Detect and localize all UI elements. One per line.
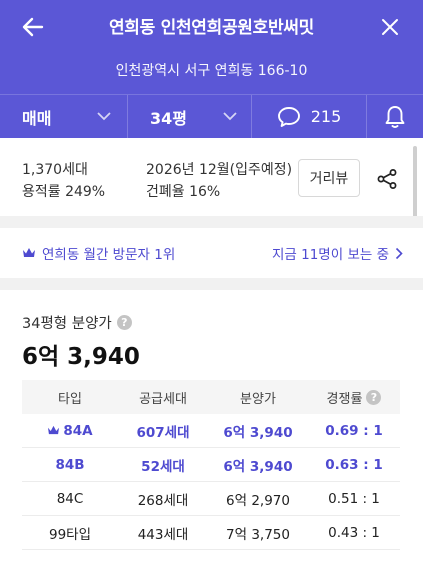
close-button[interactable] (375, 12, 405, 42)
households-text: 1,370세대 (22, 162, 88, 178)
chevron-right-icon (395, 247, 403, 259)
area-dropdown[interactable]: 34평 (128, 95, 252, 138)
cell-ratio: 0.43 : 1 (328, 524, 380, 541)
back-button[interactable] (18, 12, 48, 42)
table-row: 84A 607세대 6억 3,940 0.69 : 1 (22, 414, 400, 448)
section-divider (0, 216, 423, 228)
header-units: 공급세대 (139, 391, 187, 407)
header-ratio-text: 경쟁률 (326, 391, 363, 407)
cell-units: 443세대 (137, 526, 189, 543)
bell-icon (385, 105, 405, 128)
viewers-text: 지금 11명이 보는 중 (272, 247, 389, 263)
filter-bar: 매매 34평 215 (0, 94, 423, 138)
info-right: 2026년 12월(입주예정) 건폐율 16% (146, 159, 292, 203)
header-price: 분양가 (240, 391, 276, 407)
visit-banner: 연희동 월간 방문자 1위 지금 11명이 보는 중 (0, 228, 423, 278)
chevron-down-icon (223, 112, 237, 121)
cell-ratio: 0.69 : 1 (325, 422, 383, 439)
move-in-text: 2026년 12월(입주예정) (146, 162, 293, 178)
deal-type-label: 매매 (22, 108, 52, 128)
cell-ratio: 0.63 : 1 (325, 456, 383, 473)
visit-rank: 연희동 월간 방문자 1위 (22, 243, 175, 263)
crown-icon (48, 425, 60, 435)
comments-button[interactable]: 215 (252, 95, 367, 138)
supply-table: 타입 공급세대 분양가 경쟁률 ? 84A 607세대 6억 3,940 0.6… (22, 380, 400, 550)
cell-price: 6억 2,970 (226, 492, 290, 509)
speech-bubble-icon (277, 106, 300, 127)
building-coverage-text: 건폐율 16% (146, 184, 221, 200)
share-button[interactable] (374, 166, 400, 192)
table-row: 99타입 443세대 7억 3,750 0.43 : 1 (22, 516, 400, 550)
address-text: 인천광역시 서구 연희동 166-10 (115, 63, 308, 79)
header-type: 타입 (58, 391, 82, 407)
cell-price: 6억 3,940 (223, 424, 293, 441)
visit-rank-text: 연희동 월간 방문자 1위 (42, 247, 176, 263)
cell-type: 84C (56, 490, 84, 507)
header-ratio: 경쟁률 ? (308, 388, 400, 407)
cell-price: 7억 3,750 (226, 526, 290, 543)
cell-units: 607세대 (136, 424, 190, 441)
street-view-button[interactable]: 거리뷰 (298, 159, 360, 197)
cell-type: 99타입 (48, 526, 92, 543)
viewers-link[interactable]: 지금 11명이 보는 중 (272, 243, 403, 263)
crown-icon (23, 248, 35, 257)
notification-button[interactable] (367, 95, 423, 138)
table-header: 타입 공급세대 분양가 경쟁률 ? (22, 380, 400, 414)
help-icon[interactable]: ? (116, 315, 132, 330)
price-value: 6억 3,940 (22, 344, 140, 370)
section-divider (0, 278, 423, 290)
chevron-down-icon (97, 112, 111, 121)
page-title: 연희동 인천연희공원호반써밋 (108, 18, 315, 38)
cell-price: 6억 3,940 (223, 458, 293, 475)
close-icon (382, 19, 398, 35)
table-row: 84B 52세대 6억 3,940 0.63 : 1 (22, 448, 400, 482)
cell-type-text: 84A (63, 422, 93, 439)
comment-count: 215 (310, 107, 342, 126)
arrow-left-icon (22, 17, 44, 37)
deal-type-dropdown[interactable]: 매매 (0, 95, 128, 138)
price-label: 34평형 분양가 ? (22, 312, 132, 333)
help-icon[interactable]: ? (366, 389, 382, 405)
info-left: 1,370세대 용적률 249% (22, 159, 105, 203)
app-header: 연희동 인천연희공원호반써밋 인천광역시 서구 연희동 166-10 (0, 0, 423, 94)
cell-type: 84B (55, 456, 85, 473)
cell-units: 268세대 (137, 492, 189, 509)
cell-ratio: 0.51 : 1 (328, 490, 380, 507)
table-row: 84C 268세대 6억 2,970 0.51 : 1 (22, 482, 400, 516)
share-icon (377, 169, 397, 189)
price-label-text: 34평형 분양가 (22, 316, 112, 332)
cell-type: 84A (22, 423, 118, 439)
area-label: 34평 (150, 108, 187, 128)
scrollbar[interactable] (413, 146, 417, 218)
floor-area-ratio-text: 용적률 249% (22, 184, 106, 200)
cell-units: 52세대 (141, 458, 185, 475)
